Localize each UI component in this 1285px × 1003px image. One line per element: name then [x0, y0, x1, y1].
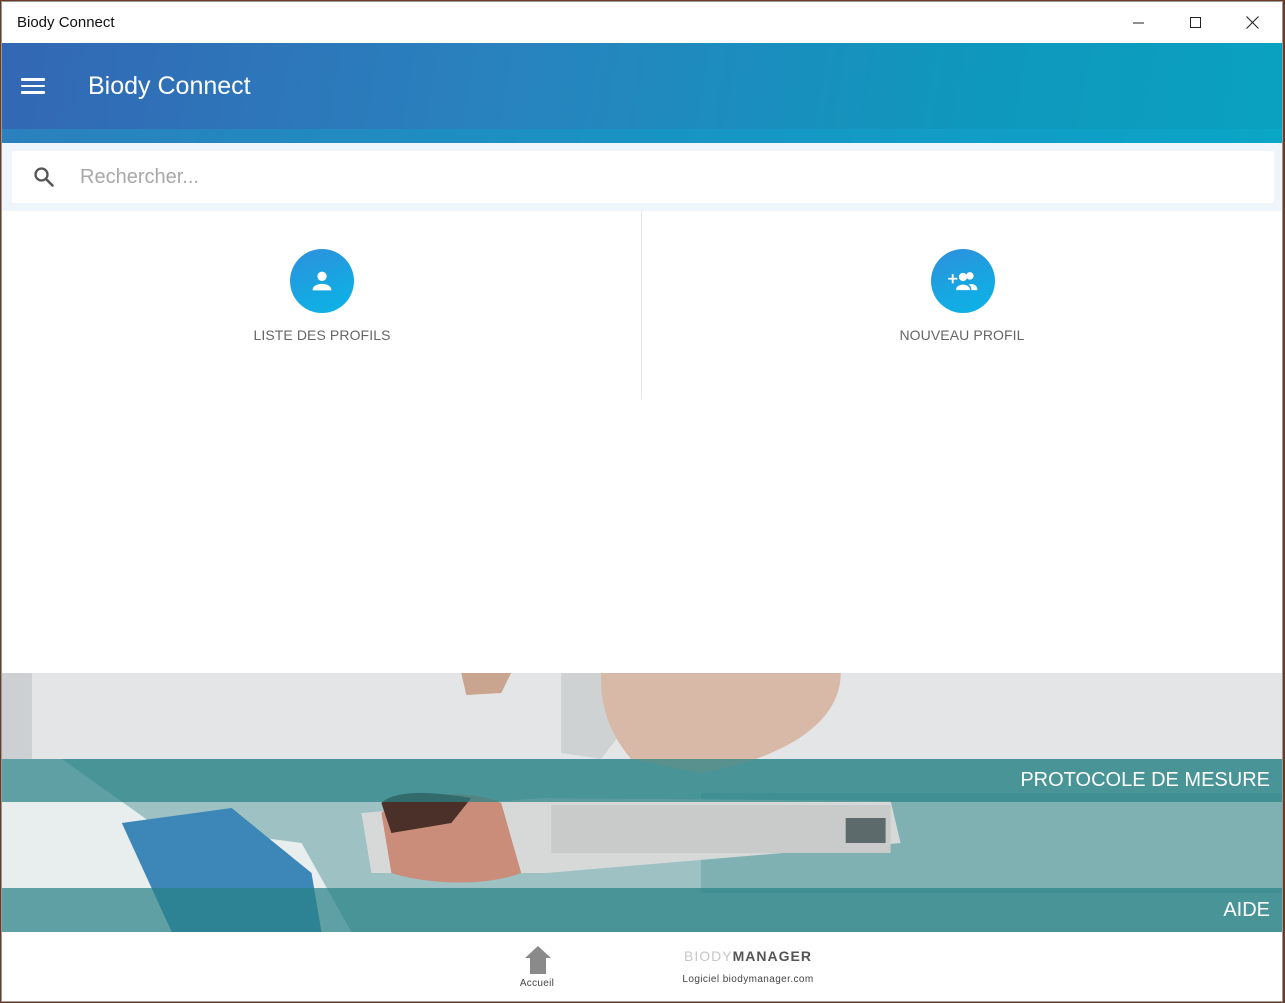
app-header: Biody Connect — [2, 43, 1282, 143]
search-bar — [2, 143, 1282, 211]
header-strip — [2, 129, 1282, 143]
protocol-label: PROTOCOLE DE MESURE — [1020, 769, 1270, 791]
new-profile-button[interactable] — [931, 249, 995, 313]
search-input[interactable] — [80, 161, 1230, 193]
help-label: AIDE — [1223, 898, 1270, 921]
title-bar: Biody Connect — [2, 2, 1282, 43]
brand-link[interactable]: Logiciel biodymanager.com — [662, 974, 834, 985]
protocol-button[interactable]: PROTOCOLE DE MESURE — [2, 759, 1282, 802]
minimize-icon — [1132, 22, 1144, 23]
close-button[interactable] — [1224, 2, 1281, 43]
person-icon — [312, 271, 332, 291]
help-button[interactable]: AIDE — [2, 888, 1282, 932]
minimize-button[interactable] — [1110, 2, 1167, 43]
brand-block: BIODYMANAGER Logiciel biodymanager.com — [662, 948, 834, 985]
app-title: Biody Connect — [88, 72, 251, 100]
profile-list-button[interactable] — [290, 249, 354, 313]
maximize-button[interactable] — [1167, 2, 1224, 43]
search-box — [12, 151, 1274, 203]
profile-list-label: LISTE DES PROFILS — [253, 327, 391, 343]
main-tiles: LISTE DES PROFILS NOUVEAU PROFIL — [2, 211, 1282, 401]
hamburger-menu-icon[interactable] — [20, 76, 46, 96]
footer-bar: Accueil BIODYMANAGER Logiciel biodymanag… — [2, 932, 1282, 1001]
brand-light: BIODY — [684, 948, 733, 964]
new-profile-label: NOUVEAU PROFIL — [899, 327, 1025, 343]
brand-bold: MANAGER — [732, 948, 812, 964]
home-icon — [525, 946, 551, 974]
new-profile-tile[interactable]: NOUVEAU PROFIL — [642, 211, 1282, 401]
close-icon — [1246, 16, 1259, 29]
info-banner: PROTOCOLE DE MESURE AIDE — [2, 673, 1282, 932]
window-title: Biody Connect — [17, 14, 115, 31]
add-group-icon — [948, 272, 978, 291]
search-icon[interactable] — [32, 165, 56, 189]
maximize-icon — [1189, 16, 1201, 28]
home-label: Accueil — [519, 978, 555, 989]
app-window: Biody Connect Biody Connect Rechercher..… — [1, 1, 1283, 1002]
profile-list-tile[interactable]: LISTE DES PROFILS — [2, 211, 642, 401]
home-button[interactable]: Accueil — [507, 946, 567, 992]
